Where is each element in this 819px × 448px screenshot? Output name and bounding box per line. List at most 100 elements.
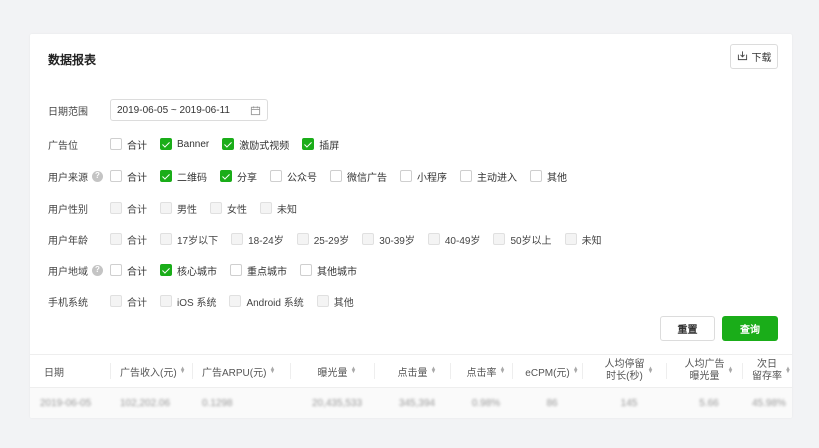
checkbox-option-user-age-1[interactable]: 17岁以下	[160, 232, 218, 247]
checkbox-option-os-1[interactable]: iOS 系统	[160, 294, 216, 309]
checkbox-option-user-source-4[interactable]: 微信广告	[330, 169, 387, 184]
checkbox[interactable]	[160, 202, 172, 214]
checkbox-option-user-source-6[interactable]: 主动进入	[460, 169, 517, 184]
column-header-4[interactable]: 点击量 ▲ ▼	[374, 355, 450, 387]
help-icon[interactable]: ?	[92, 264, 103, 276]
checkbox[interactable]	[330, 170, 342, 182]
column-header-line2: 曝光量	[689, 371, 720, 382]
date-range-value: 2019-06-05 ~ 2019-06-11	[117, 104, 230, 116]
sort-icon[interactable]: ▲ ▼	[351, 366, 357, 375]
checkbox-option-user-gender-0[interactable]: 合计	[110, 201, 147, 216]
checkbox-option-user-source-5[interactable]: 小程序	[400, 169, 447, 184]
checkbox[interactable]	[160, 295, 172, 307]
sort-icon[interactable]: ▲ ▼	[648, 366, 654, 375]
checkbox-option-user-source-2[interactable]: 分享	[220, 169, 257, 184]
checkbox-label: 未知	[581, 235, 602, 247]
help-icon[interactable]: ?	[92, 170, 103, 182]
checkbox[interactable]	[530, 170, 542, 182]
download-button[interactable]: 下载	[730, 44, 778, 69]
date-range-picker[interactable]: 2019-06-05 ~ 2019-06-11	[110, 99, 268, 121]
checkbox[interactable]	[110, 295, 122, 307]
checkbox[interactable]	[296, 233, 309, 245]
user-region-label: 用户地域?	[48, 263, 110, 278]
checkbox[interactable]	[110, 170, 122, 182]
calendar-icon	[250, 105, 261, 116]
checkbox-option-os-0[interactable]: 合计	[110, 294, 147, 309]
table-cell: 145	[620, 398, 638, 409]
user-age-label: 用户年龄	[48, 235, 88, 247]
checkbox[interactable]	[110, 202, 122, 214]
checkbox-option-ad-slot-0[interactable]: 合计	[110, 137, 147, 152]
sort-icon[interactable]: ▲ ▼	[431, 366, 437, 375]
checkbox-option-user-gender-3[interactable]: 未知	[260, 201, 297, 216]
column-header-1[interactable]: 广告收入(元) ▲ ▼	[110, 355, 192, 387]
checkbox-option-user-age-6[interactable]: 50岁以上	[493, 232, 552, 247]
download-label: 下载	[751, 53, 772, 64]
checkbox[interactable]	[316, 295, 329, 307]
checkbox[interactable]	[460, 170, 472, 182]
checkbox-checked[interactable]	[222, 138, 235, 150]
checkbox-checked[interactable]	[160, 264, 172, 276]
column-header-9[interactable]: 次日 留存率 ▲ ▼	[742, 355, 792, 387]
checkbox-option-os-3[interactable]: 其他	[316, 294, 354, 309]
checkbox[interactable]	[160, 233, 172, 245]
column-header-7[interactable]: 人均停留 时长(秒) ▲ ▼	[582, 355, 666, 387]
column-header-2[interactable]: 广告ARPU(元) ▲ ▼	[192, 355, 290, 387]
checkbox-option-user-age-0[interactable]: 合计	[110, 232, 147, 247]
checkbox-option-user-age-2[interactable]: 18-24岁	[231, 232, 284, 247]
checkbox-checked[interactable]	[220, 170, 232, 182]
checkbox-option-user-gender-1[interactable]: 男性	[160, 201, 197, 216]
checkbox-option-user-age-3[interactable]: 25-29岁	[296, 232, 349, 247]
checkbox[interactable]	[270, 170, 282, 182]
checkbox[interactable]	[427, 233, 440, 245]
checkbox-option-ad-slot-1[interactable]: Banner	[160, 138, 209, 150]
checkbox-option-user-region-0[interactable]: 合计	[110, 263, 147, 278]
checkbox[interactable]	[400, 170, 412, 182]
checkbox-label: 主动进入	[477, 172, 517, 184]
checkbox[interactable]	[493, 233, 506, 245]
checkbox-option-os-2[interactable]: Android 系统	[229, 294, 304, 309]
checkbox-option-user-source-0[interactable]: 合计	[110, 169, 147, 184]
checkbox[interactable]	[110, 138, 122, 150]
query-button[interactable]: 查询	[722, 316, 778, 341]
checkbox-option-user-age-4[interactable]: 30-39岁	[362, 232, 415, 247]
checkbox-option-user-region-1[interactable]: 核心城市	[160, 263, 217, 278]
sort-icon[interactable]: ▲ ▼	[728, 366, 734, 375]
sort-icon[interactable]: ▲ ▼	[180, 366, 186, 375]
checkbox-option-user-region-2[interactable]: 重点城市	[230, 263, 287, 278]
checkbox-option-user-gender-2[interactable]: 女性	[210, 201, 247, 216]
sort-icon[interactable]: ▲ ▼	[500, 366, 506, 375]
checkbox-option-ad-slot-2[interactable]: 激励式视频	[222, 137, 289, 152]
checkbox-checked[interactable]	[160, 170, 172, 182]
reset-button[interactable]: 重置	[660, 316, 715, 341]
checkbox-checked[interactable]	[160, 138, 172, 150]
column-header-label: 广告收入(元)	[120, 367, 177, 379]
checkbox[interactable]	[564, 233, 577, 245]
checkbox-option-user-source-7[interactable]: 其他	[530, 169, 567, 184]
checkbox[interactable]	[230, 264, 242, 276]
sort-icon[interactable]: ▲ ▼	[269, 366, 275, 375]
checkbox-option-user-age-5[interactable]: 40-49岁	[427, 232, 480, 247]
checkbox[interactable]	[110, 264, 122, 276]
checkbox[interactable]	[362, 233, 375, 245]
sort-icon[interactable]: ▲ ▼	[573, 366, 579, 375]
checkbox[interactable]	[260, 202, 272, 214]
column-header-3[interactable]: 曝光量 ▲ ▼	[290, 355, 374, 387]
column-header-8[interactable]: 人均广告 曝光量 ▲ ▼	[666, 355, 742, 387]
sort-icon[interactable]: ▲ ▼	[785, 366, 791, 375]
filter-row-user-age: 用户年龄 合计 17岁以下 18-24岁 25-29岁 30-39岁 40-49岁 50岁以…	[48, 230, 615, 248]
checkbox-option-user-age-7[interactable]: 未知	[564, 232, 602, 247]
checkbox-option-user-source-3[interactable]: 公众号	[270, 169, 317, 184]
checkbox-option-user-region-3[interactable]: 其他城市	[300, 263, 357, 278]
checkbox[interactable]	[210, 202, 222, 214]
checkbox-option-user-source-1[interactable]: 二维码	[160, 169, 207, 184]
column-header-5[interactable]: 点击率 ▲ ▼	[450, 355, 512, 387]
checkbox-checked[interactable]	[302, 138, 315, 150]
checkbox[interactable]	[110, 233, 122, 245]
checkbox[interactable]	[231, 233, 244, 245]
checkbox-option-ad-slot-3[interactable]: 插屏	[302, 137, 339, 152]
column-header-6[interactable]: eCPM(元) ▲ ▼	[512, 355, 582, 387]
checkbox[interactable]	[300, 264, 312, 276]
checkbox[interactable]	[229, 295, 242, 307]
table-cell: 102,202.06	[120, 398, 171, 409]
